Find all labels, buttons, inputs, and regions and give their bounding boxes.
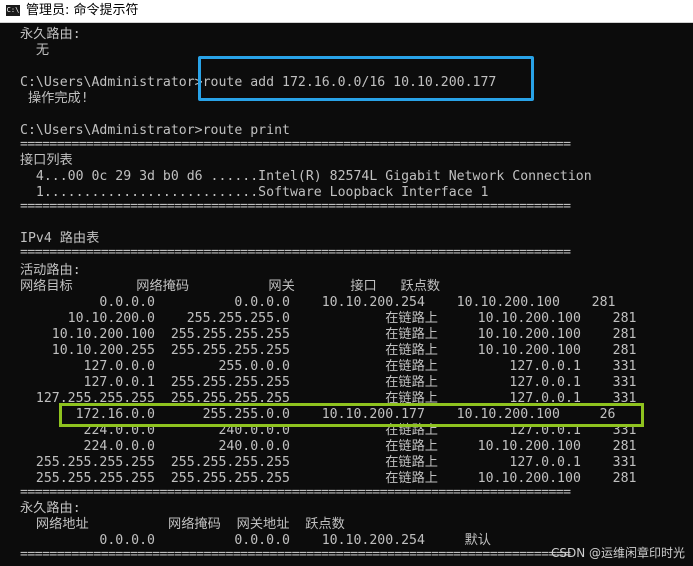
- separator-line: ========================================…: [20, 137, 571, 152]
- active-routes-header: 活动路由:: [20, 263, 81, 278]
- command-highlight-box: [198, 56, 534, 101]
- persistent-route-columns: 网络地址 网络掩码 网关地址 跃点数: [20, 517, 345, 532]
- cmd-icon: C:\: [6, 5, 20, 16]
- route-row: 127.0.0.1 255.255.255.255 在链路上 127.0.0.1…: [20, 375, 637, 390]
- route-row: 10.10.200.0 255.255.255.0 在链路上 10.10.200…: [20, 311, 637, 326]
- terminal-line: 永久路由:: [20, 27, 81, 42]
- terminal-output[interactable]: 永久路由: 无 C:\Users\Administrator>route add…: [0, 23, 693, 566]
- title-bar[interactable]: C:\ 管理员: 命令提示符: [0, 0, 693, 23]
- route-row: 10.10.200.255 255.255.255.255 在链路上 10.10…: [20, 343, 637, 358]
- terminal-line: 操作完成!: [20, 91, 89, 106]
- separator-line: ========================================…: [20, 245, 571, 260]
- route-row: 0.0.0.0 0.0.0.0 10.10.200.254 10.10.200.…: [20, 295, 616, 310]
- route-row: 10.10.200.100 255.255.255.255 在链路上 10.10…: [20, 327, 637, 342]
- route-highlight-box: [59, 403, 644, 427]
- route-table-columns: 网络目标 网络掩码 网关 接口 跃点数: [20, 279, 441, 294]
- persistent-routes-header: 永久路由:: [20, 501, 81, 516]
- separator-line: ========================================…: [20, 547, 571, 562]
- separator-line: ========================================…: [20, 199, 571, 214]
- route-row: 224.0.0.0 240.0.0.0 在链路上 10.10.200.100 2…: [20, 439, 637, 454]
- interface-row: 4...00 0c 29 3d b0 d6 ......Intel(R) 825…: [20, 169, 592, 184]
- watermark: CSDN @运维闲章印时光: [550, 546, 685, 560]
- separator-line: ========================================…: [20, 485, 571, 500]
- route-row: 127.0.0.0 255.0.0.0 在链路上 127.0.0.1 331: [20, 359, 637, 374]
- window-title: 管理员: 命令提示符: [26, 3, 139, 18]
- interface-list-header: 接口列表: [20, 153, 73, 168]
- terminal-line: 无: [20, 43, 50, 58]
- route-row: 255.255.255.255 255.255.255.255 在链路上 127…: [20, 455, 637, 470]
